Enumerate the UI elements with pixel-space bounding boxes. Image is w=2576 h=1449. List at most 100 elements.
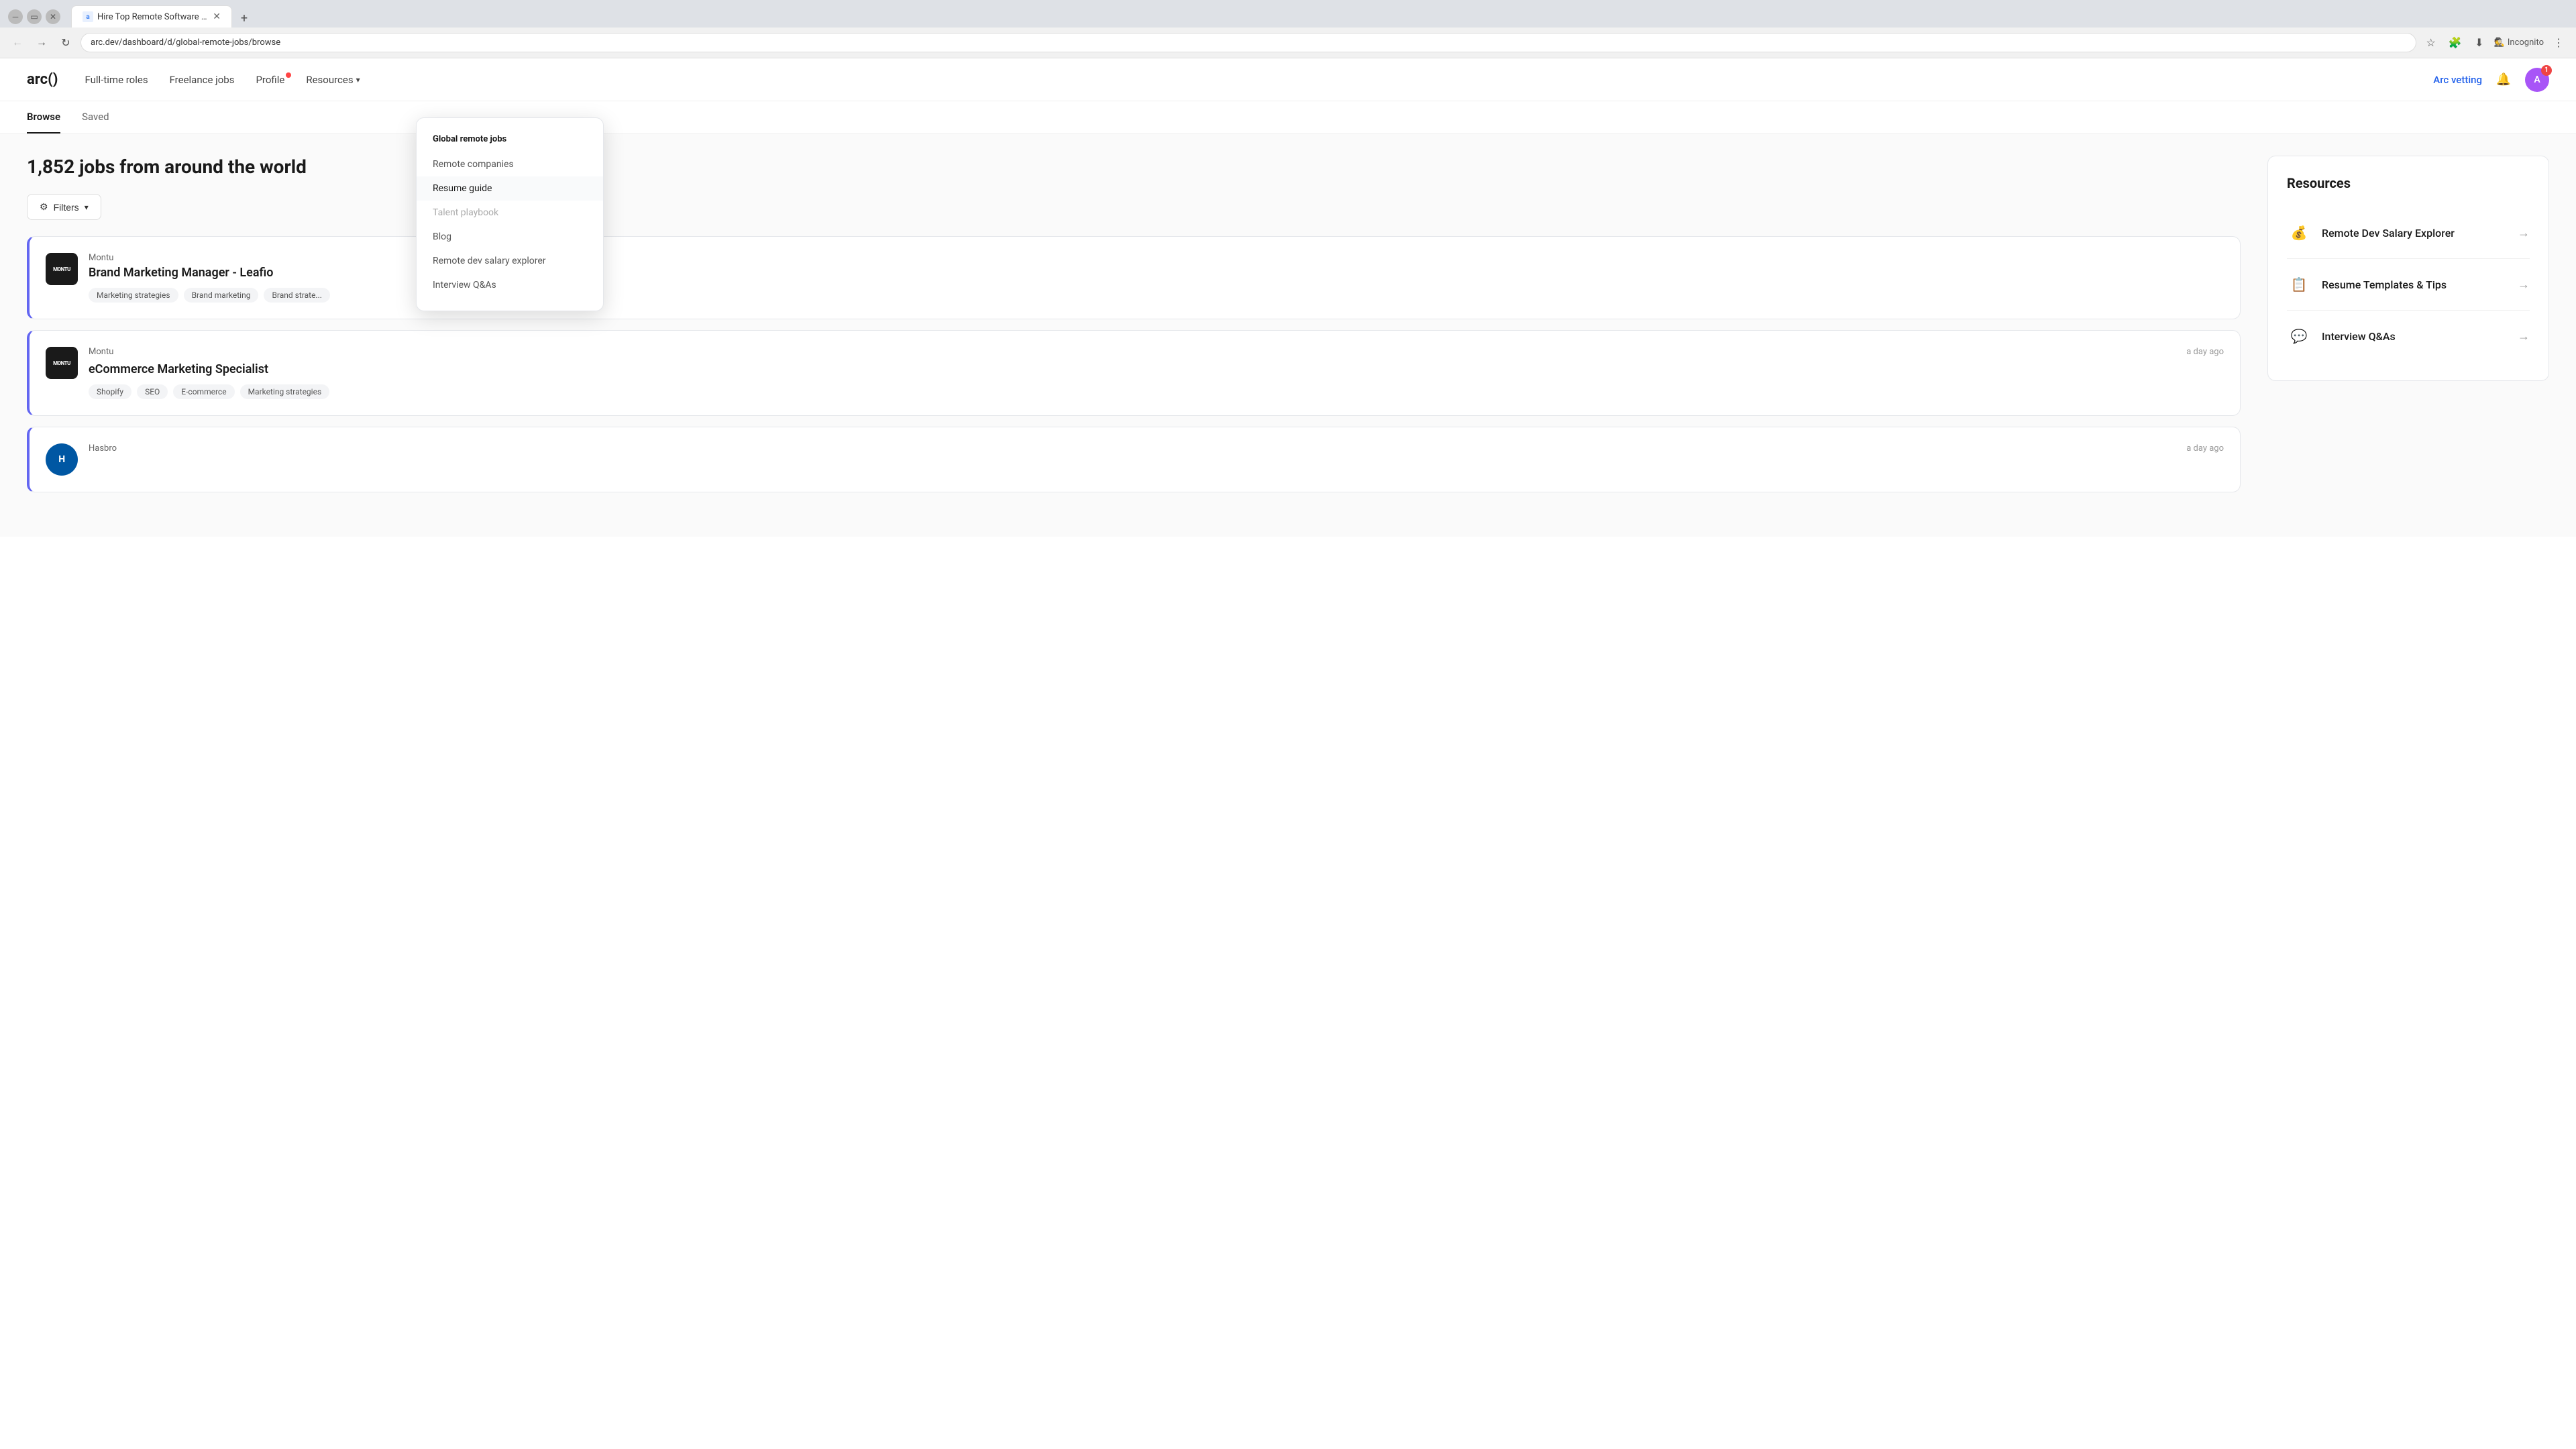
company-logo: MONTU [46,253,78,285]
filters-button[interactable]: ⚙ Filters ▾ [27,194,101,220]
arrow-icon: → [2518,226,2530,240]
table-row[interactable]: H Hasbro a day ago [27,427,2241,492]
company-name: Montu [89,347,113,357]
avatar-notification-badge: 1 [2541,65,2552,76]
logo[interactable]: arc() [27,71,58,88]
download-icon[interactable]: ⬇ [2470,34,2489,52]
job-tags: Marketing strategies Brand marketing Bra… [89,288,2224,303]
incognito-icon: 🕵 [2494,38,2505,48]
job-info: Montu a day ago eCommerce Marketing Spec… [89,347,2224,399]
extensions-icon[interactable]: 🧩 [2446,34,2465,52]
reload-button[interactable]: ↻ [56,34,75,52]
resources-dropdown: Global remote jobs Remote companies Resu… [416,117,604,311]
app-header: arc() Full-time roles Freelance jobs Pro… [0,58,2576,101]
avatar[interactable]: A 1 [2525,68,2549,92]
salary-explorer-label: Remote Dev Salary Explorer [2322,227,2507,239]
tab-close-icon[interactable]: ✕ [213,11,221,22]
table-row[interactable]: MONTU Montu a day ago eCommerce Marketin… [27,330,2241,416]
restore-button[interactable]: ▭ [27,9,42,24]
job-title: eCommerce Marketing Specialist [89,362,2224,376]
table-row[interactable]: MONTU Montu Brand Marketing Manager - Le… [27,236,2241,319]
page-tabs: Browse Saved [0,101,2576,134]
arc-vetting-button[interactable]: Arc vetting [2433,74,2482,86]
dropdown-item-talent-playbook: Talent playbook [417,201,603,225]
tab-favicon: a [83,11,93,22]
header-right: Arc vetting 🔔 A 1 [2433,68,2549,92]
browser-window-controls[interactable]: ─ ▭ ✕ [8,9,60,24]
saved-tab[interactable]: Saved [82,101,109,133]
menu-icon[interactable]: ⋮ [2549,34,2568,52]
company-logo: H [46,443,78,476]
job-tag: Marketing strategies [89,288,178,303]
incognito-label: Incognito [2508,38,2544,48]
job-time: a day ago [2186,347,2224,357]
active-tab[interactable]: a Hire Top Remote Software Dev... ✕ [71,5,232,28]
list-item[interactable]: 💰 Remote Dev Salary Explorer → [2287,207,2530,259]
incognito-badge: 🕵 Incognito [2494,38,2544,48]
tab-bar: a Hire Top Remote Software Dev... ✕ + [71,5,254,28]
tab-title: Hire Top Remote Software Dev... [97,12,209,22]
arrow-icon: → [2518,278,2530,292]
fulltime-nav-link[interactable]: Full-time roles [85,74,148,86]
resources-nav-link[interactable]: Resources ▾ [306,74,360,86]
company-name: Montu [89,253,2224,263]
resume-templates-icon: 📋 [2287,272,2311,297]
salary-explorer-icon: 💰 [2287,221,2311,245]
resources-sidebar-title: Resources [2287,175,2530,191]
minimize-button[interactable]: ─ [8,9,23,24]
sidebar: Resources 💰 Remote Dev Salary Explorer →… [2267,156,2549,515]
job-info: Montu Brand Marketing Manager - Leafio M… [89,253,2224,303]
job-header: Montu a day ago [89,347,2224,360]
interview-qa-icon: 💬 [2287,324,2311,348]
interview-qa-label: Interview Q&As [2322,330,2507,343]
dropdown-item-interview-qas[interactable]: Interview Q&As [417,273,603,297]
list-item[interactable]: 📋 Resume Templates & Tips → [2287,259,2530,311]
arrow-icon: → [2518,329,2530,343]
browse-tab[interactable]: Browse [27,101,60,133]
page-title: 1,852 jobs from around the world [27,156,2241,178]
job-tag: Brand strate... [264,288,329,303]
dropdown-section-title: Global remote jobs [417,131,603,152]
job-tag: SEO [137,384,168,399]
notification-icon[interactable]: 🔔 [2493,69,2514,91]
toolbar-right: ☆ 🧩 ⬇ 🕵 Incognito ⋮ [2422,34,2568,52]
job-tag: Shopify [89,384,131,399]
job-tag: E-commerce [173,384,234,399]
job-time: a day ago [2186,443,2224,453]
resume-templates-label: Resume Templates & Tips [2322,278,2507,291]
browser-toolbar: ← → ↻ arc.dev/dashboard/d/global-remote-… [0,28,2576,58]
close-button[interactable]: ✕ [46,9,60,24]
new-tab-button[interactable]: + [235,9,254,28]
profile-nav-link[interactable]: Profile [256,74,284,86]
job-title: Brand Marketing Manager - Leafio [89,266,2224,280]
filters-bar: ⚙ Filters ▾ [27,194,2241,220]
content-left: 1,852 jobs from around the world ⚙ Filte… [27,156,2241,515]
freelance-nav-link[interactable]: Freelance jobs [170,74,235,86]
job-header: Hasbro a day ago [89,443,2224,456]
dropdown-item-salary-explorer[interactable]: Remote dev salary explorer [417,249,603,273]
company-logo: MONTU [46,347,78,379]
chevron-down-icon: ▾ [356,75,360,85]
dropdown-item-remote-companies[interactable]: Remote companies [417,152,603,176]
dropdown-item-blog[interactable]: Blog [417,225,603,249]
resources-sidebar: Resources 💰 Remote Dev Salary Explorer →… [2267,156,2549,381]
nav-links: Full-time roles Freelance jobs Profile R… [85,74,360,86]
job-tag: Brand marketing [184,288,259,303]
dropdown-item-resume-guide[interactable]: Resume guide [417,176,603,201]
forward-button[interactable]: → [32,34,51,52]
browser-titlebar: ─ ▭ ✕ a Hire Top Remote Software Dev... … [0,0,2576,28]
job-tags: Shopify SEO E-commerce Marketing strateg… [89,384,2224,399]
avatar-initials: A [2534,74,2540,85]
job-info: Hasbro a day ago [89,443,2224,459]
back-button[interactable]: ← [8,34,27,52]
list-item[interactable]: 💬 Interview Q&As → [2287,311,2530,362]
profile-notification-dot [286,72,291,78]
browser-chrome: ─ ▭ ✕ a Hire Top Remote Software Dev... … [0,0,2576,58]
bookmark-icon[interactable]: ☆ [2422,34,2440,52]
address-bar[interactable]: arc.dev/dashboard/d/global-remote-jobs/b… [80,33,2416,52]
main-content: 1,852 jobs from around the world ⚙ Filte… [0,134,2576,537]
job-tag: Marketing strategies [240,384,330,399]
filter-icon: ⚙ [40,201,48,213]
company-name: Hasbro [89,443,117,453]
filters-chevron-icon: ▾ [85,203,89,212]
